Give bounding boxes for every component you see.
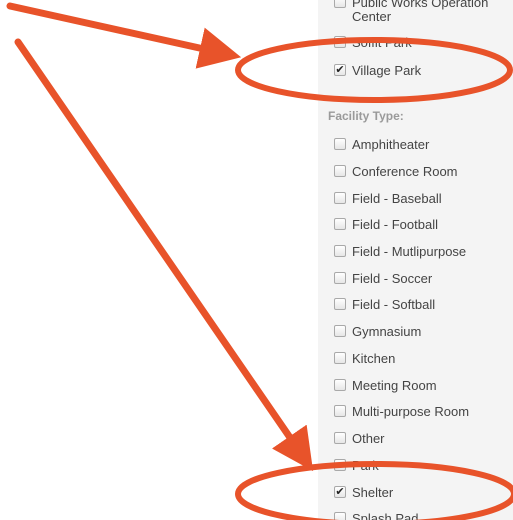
checkbox-box[interactable] — [334, 432, 346, 444]
checkbox-label[interactable]: Other — [352, 431, 385, 446]
checkbox-kitchen[interactable]: Kitchen — [334, 349, 395, 367]
checkbox-conference-room[interactable]: Conference Room — [334, 162, 458, 180]
checkbox-park[interactable]: Park — [334, 456, 379, 474]
checkbox-label[interactable]: Gymnasium — [352, 324, 421, 339]
checkbox-other[interactable]: Other — [334, 429, 385, 447]
checkbox-label[interactable]: Field - Football — [352, 217, 438, 232]
checkbox-box[interactable] — [334, 245, 346, 257]
checkbox-box[interactable] — [334, 512, 346, 520]
checkbox-box[interactable] — [334, 298, 346, 310]
checkbox-splash-pad[interactable]: Splash Pad — [334, 509, 419, 520]
checkbox-box[interactable] — [334, 459, 346, 471]
checkbox-box[interactable] — [334, 36, 346, 48]
checkbox-label[interactable]: Village Park — [352, 63, 421, 78]
checkbox-field-softball[interactable]: Field - Softball — [334, 295, 435, 313]
checkbox-soffit-park[interactable]: Soffit Park — [334, 33, 412, 51]
checkbox-label[interactable]: Meeting Room — [352, 378, 437, 393]
checkbox-label[interactable]: Field - Mutlipurpose — [352, 244, 466, 259]
checkbox-label[interactable]: Park — [352, 458, 379, 473]
checkbox-label[interactable]: Conference Room — [352, 164, 458, 179]
checkbox-field-football[interactable]: Field - Football — [334, 215, 438, 233]
checkbox-field-baseball[interactable]: Field - Baseball — [334, 189, 442, 207]
checkbox-field-soccer[interactable]: Field - Soccer — [334, 269, 432, 287]
checkbox-label[interactable]: Kitchen — [352, 351, 395, 366]
checkbox-box[interactable] — [334, 192, 346, 204]
checkbox-label[interactable]: Shelter — [352, 485, 393, 500]
checkbox-label[interactable]: Field - Softball — [352, 297, 435, 312]
screenshot-stage: Public Works Operation Center Soffit Par… — [0, 0, 513, 520]
checkbox-checked[interactable]: ✔ — [334, 486, 346, 498]
checkbox-gymnasium[interactable]: Gymnasium — [334, 322, 421, 340]
checkbox-amphitheater[interactable]: Amphitheater — [334, 135, 429, 153]
checkbox-box[interactable] — [334, 272, 346, 284]
checkbox-box[interactable] — [334, 379, 346, 391]
checkbox-box[interactable] — [334, 138, 346, 150]
checkbox-village-park[interactable]: ✔ Village Park — [334, 61, 421, 79]
checkbox-field-multipurpose[interactable]: Field - Mutlipurpose — [334, 242, 466, 260]
checkbox-checked[interactable]: ✔ — [334, 64, 346, 76]
checkbox-box[interactable] — [334, 405, 346, 417]
checkbox-box[interactable] — [334, 165, 346, 177]
checkbox-box[interactable] — [334, 218, 346, 230]
checkbox-label[interactable]: Multi-purpose Room — [352, 404, 469, 419]
facility-type-heading: Facility Type: — [328, 109, 404, 123]
checkbox-label[interactable]: Amphitheater — [352, 137, 429, 152]
filter-panel: Public Works Operation Center Soffit Par… — [318, 0, 513, 520]
arrow-icon — [6, 2, 242, 69]
checkbox-shelter[interactable]: ✔ Shelter — [334, 483, 393, 501]
checkbox-box[interactable] — [334, 325, 346, 337]
checkbox-label[interactable]: Soffit Park — [352, 35, 412, 50]
checkbox-label[interactable]: Field - Soccer — [352, 271, 432, 286]
arrow-to-shelter — [14, 38, 314, 472]
checkbox-label-continued: Center — [352, 9, 392, 24]
checkbox-box[interactable] — [334, 0, 346, 8]
arrow-icon — [14, 38, 314, 472]
arrow-to-village-park — [6, 2, 242, 69]
checkbox-box[interactable] — [334, 352, 346, 364]
checkbox-meeting-room[interactable]: Meeting Room — [334, 376, 437, 394]
checkbox-label[interactable]: Field - Baseball — [352, 191, 442, 206]
checkbox-label[interactable]: Splash Pad — [352, 511, 419, 520]
checkbox-multi-purpose-room[interactable]: Multi-purpose Room — [334, 402, 469, 420]
